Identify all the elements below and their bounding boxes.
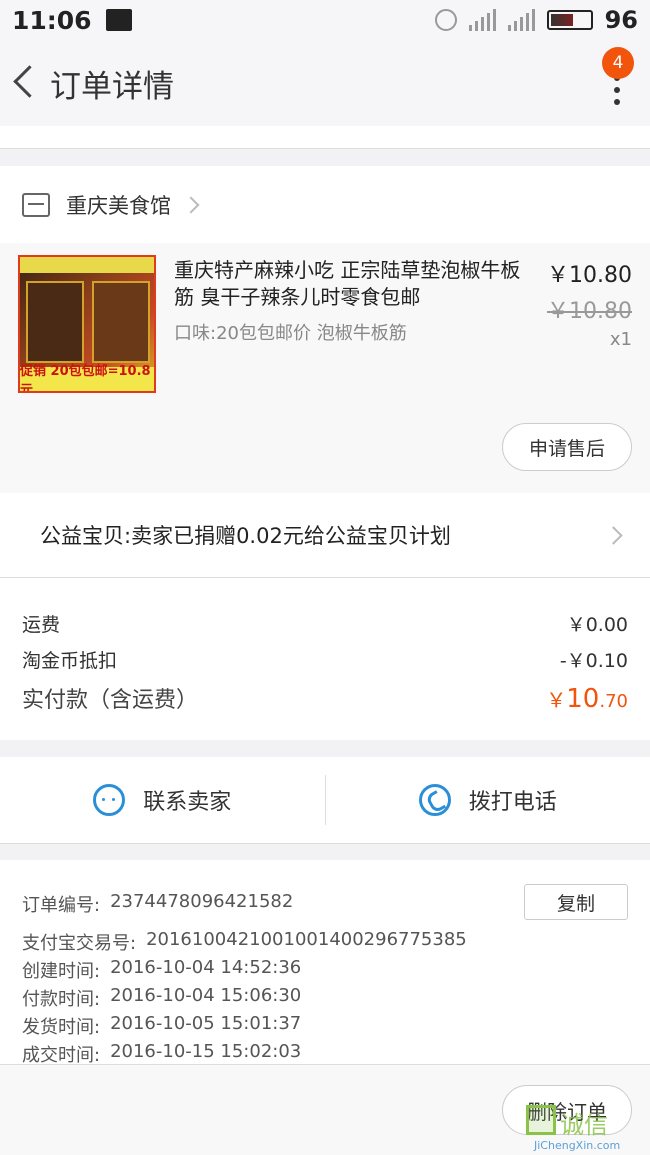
shipped-time-row: 发货时间: 2016-10-05 15:01:37 (22, 1013, 301, 1039)
charity-text: 公益宝贝:卖家已捐赠0.02元给公益宝贝计划 (40, 524, 451, 548)
order-number-row: 订单编号: 2374478096421582 (22, 891, 293, 917)
watermark-box-icon (526, 1105, 556, 1135)
notification-badge: 4 (602, 47, 634, 79)
watermark-text: 诚信 (560, 1111, 608, 1139)
created-time-row: 创建时间: 2016-10-04 14:52:36 (22, 957, 301, 983)
charity-row[interactable]: 公益宝贝:卖家已捐赠0.02元给公益宝贝计划 (0, 493, 650, 577)
divider (0, 843, 650, 844)
copy-button[interactable]: 复制 (524, 884, 628, 920)
product-spec: 口味:20包包邮价 泡椒牛板筋 (174, 323, 407, 344)
shipped-time: 2016-10-05 15:01:37 (110, 1013, 302, 1034)
status-bar: 11:06 96 (0, 0, 650, 40)
product-title[interactable]: 重庆特产麻辣小吃 正宗陆草垫泡椒牛板筋 臭干子辣条儿时零食包邮 (174, 257, 530, 311)
contact-seller-label: 联系卖家 (143, 790, 232, 815)
phone-icon (418, 784, 451, 816)
alipay-label: 支付宝交易号: (22, 933, 137, 954)
product-original-price: ￥10.80 (547, 299, 632, 324)
page-title: 订单详情 (50, 68, 174, 105)
image-notification-icon (105, 9, 132, 31)
alarm-icon (434, 9, 457, 31)
shop-name: 重庆美食馆 (66, 194, 171, 218)
chevron-right-icon (182, 196, 200, 214)
back-arrow-icon[interactable] (8, 40, 48, 126)
shop-icon (22, 193, 50, 217)
created-time-label: 创建时间: (22, 961, 101, 982)
status-right: 96 (434, 6, 638, 34)
after-sale-button[interactable]: 申请售后 (502, 423, 632, 471)
created-time: 2016-10-04 14:52:36 (110, 957, 302, 978)
total-decimal: .70 (599, 691, 628, 712)
header: 订单详情 4 (0, 40, 650, 126)
total-integer: 10 (566, 684, 600, 714)
watermark-logo: 诚信 JiChengXin.com (526, 1105, 644, 1153)
alipay-row: 支付宝交易号: 2016100421001001400296775385 (22, 929, 467, 955)
top-strip (0, 126, 650, 148)
shipping-label: 运费 (22, 614, 61, 636)
bottom-bar: 删除订单 诚信 JiChengXin.com (0, 1064, 650, 1155)
shipping-value: ￥0.00 (566, 614, 628, 636)
paid-time: 2016-10-04 15:06:30 (110, 985, 302, 1006)
shop-section[interactable]: 重庆美食馆 (0, 166, 650, 244)
total-amount: ￥10.70 (546, 684, 628, 714)
signal-4g-icon (507, 9, 535, 31)
coin-deduction-value: -￥0.10 (559, 650, 628, 672)
product-price: ￥10.80 (547, 263, 632, 288)
paid-time-row: 付款时间: 2016-10-04 15:06:30 (22, 985, 301, 1011)
battery-icon (546, 10, 593, 30)
divider (0, 148, 650, 149)
paid-time-label: 付款时间: (22, 989, 101, 1010)
status-time: 11:06 (12, 5, 92, 35)
coin-deduction-label: 淘金币抵扣 (22, 650, 118, 672)
call-button[interactable]: 拨打电话 (326, 757, 650, 843)
chevron-right-icon (604, 525, 623, 545)
product-image[interactable]: 促销 20包包邮=10.8元 (18, 255, 156, 393)
order-number-label: 订单编号: (22, 895, 101, 916)
alipay-number: 2016100421001001400296775385 (146, 929, 467, 950)
shipped-time-label: 发货时间: (22, 1017, 101, 1038)
battery-level: 96 (604, 6, 638, 34)
signal-icon (468, 9, 496, 31)
more-menu-icon[interactable] (612, 75, 622, 105)
total-currency: ￥ (546, 688, 567, 712)
product-image-promo: 促销 20包包邮=10.8元 (20, 364, 154, 391)
chat-icon (93, 784, 126, 816)
product-card[interactable]: 促销 20包包邮=10.8元 重庆特产麻辣小吃 正宗陆草垫泡椒牛板筋 臭干子辣条… (0, 243, 650, 493)
total-label: 实付款（含运费） (22, 688, 199, 713)
order-number: 2374478096421582 (110, 891, 294, 912)
fee-section: 运费 ￥0.00 淘金币抵扣 -￥0.10 实付款（含运费） ￥10.70 (0, 578, 650, 740)
contact-seller-button[interactable]: 联系卖家 (0, 757, 325, 843)
contact-section: 联系卖家 拨打电话 (0, 757, 650, 843)
call-label: 拨打电话 (468, 790, 557, 815)
watermark-sub: JiChengXin.com (534, 1139, 621, 1152)
product-quantity: x1 (609, 329, 632, 350)
